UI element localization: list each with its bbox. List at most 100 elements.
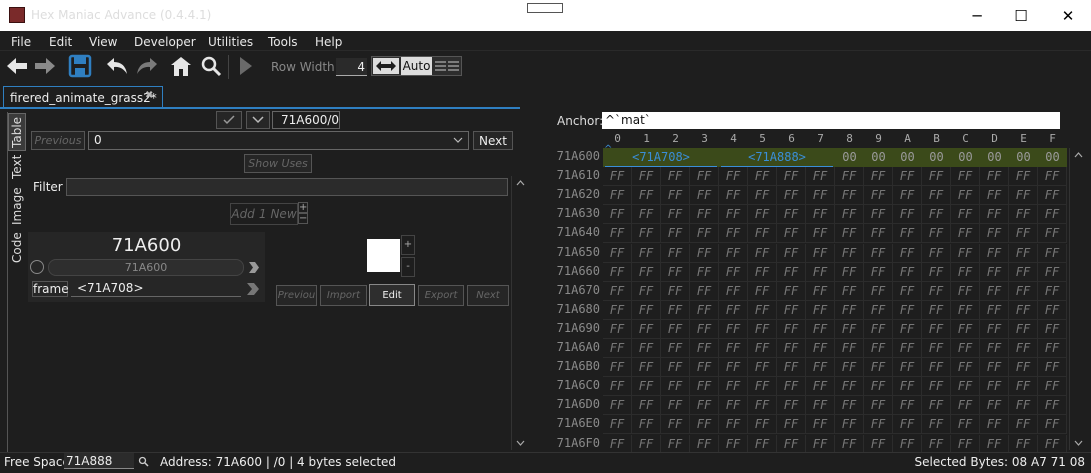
hex-cell[interactable]: FF: [893, 186, 922, 206]
hex-cell[interactable]: FF: [690, 358, 719, 378]
hex-cell[interactable]: FF: [1038, 377, 1067, 397]
hex-cell[interactable]: FF: [777, 396, 806, 416]
next-button[interactable]: Next: [473, 131, 513, 150]
hex-cell[interactable]: FF: [1038, 396, 1067, 416]
hex-cell[interactable]: FF: [661, 396, 690, 416]
hex-cell[interactable]: FF: [951, 243, 980, 263]
hex-cell[interactable]: FF: [806, 243, 835, 263]
hex-cell[interactable]: FF: [864, 377, 893, 397]
hex-cell[interactable]: FF: [1009, 262, 1038, 282]
hex-cell[interactable]: FF: [690, 415, 719, 435]
hex-cell[interactable]: FF: [835, 167, 864, 187]
hex-cell[interactable]: FF: [922, 415, 951, 435]
hex-cell[interactable]: FF: [922, 396, 951, 416]
search-icon[interactable]: [198, 53, 224, 79]
hex-cell[interactable]: FF: [690, 377, 719, 397]
hex-cell[interactable]: FF: [893, 167, 922, 187]
hex-cell[interactable]: FF: [951, 205, 980, 225]
hex-cell[interactable]: FF: [893, 319, 922, 339]
hex-cell[interactable]: FF: [690, 262, 719, 282]
hex-cell[interactable]: FF: [690, 396, 719, 416]
add-new-button[interactable]: Add 1 New: [230, 203, 298, 225]
hex-cell[interactable]: FF: [719, 377, 748, 397]
hex-cell[interactable]: 00: [951, 148, 980, 167]
menu-utilities[interactable]: Utilities: [208, 35, 253, 49]
hex-cell[interactable]: FF: [922, 377, 951, 397]
image-previous-button[interactable]: Previou: [276, 285, 317, 306]
hex-cell[interactable]: FF: [864, 415, 893, 435]
hex-cell[interactable]: FF: [777, 434, 806, 454]
hex-cell[interactable]: FF: [806, 262, 835, 282]
hex-cell[interactable]: FF: [748, 434, 777, 454]
hex-cell[interactable]: FF: [864, 186, 893, 206]
hex-cell[interactable]: FF: [806, 281, 835, 301]
hex-cell[interactable]: FF: [835, 243, 864, 263]
anchor-input[interactable]: ^`mat`: [602, 112, 1060, 129]
hex-cell[interactable]: FF: [980, 434, 1009, 454]
hex-cell[interactable]: FF: [980, 300, 1009, 320]
hex-cell[interactable]: FF: [719, 262, 748, 282]
hex-cell[interactable]: FF: [603, 281, 632, 301]
hex-cell[interactable]: FF: [661, 281, 690, 301]
hex-cell[interactable]: FF: [1038, 262, 1067, 282]
hex-cell[interactable]: FF: [777, 281, 806, 301]
hex-cell[interactable]: FF: [864, 358, 893, 378]
hex-cell[interactable]: FF: [690, 205, 719, 225]
hex-cell[interactable]: FF: [980, 186, 1009, 206]
hex-cell[interactable]: FF: [1038, 205, 1067, 225]
hex-cell[interactable]: FF: [661, 186, 690, 206]
hex-cell[interactable]: FF: [980, 243, 1009, 263]
hex-cell[interactable]: FF: [922, 339, 951, 358]
hex-cell[interactable]: FF: [951, 358, 980, 378]
menu-file[interactable]: File: [11, 35, 31, 49]
hex-cell[interactable]: FF: [661, 319, 690, 339]
hex-cell[interactable]: FF: [603, 186, 632, 206]
hex-cell[interactable]: FF: [922, 186, 951, 206]
hex-cell[interactable]: FF: [603, 415, 632, 435]
hex-cell[interactable]: FF: [951, 186, 980, 206]
hex-cell[interactable]: FF: [632, 434, 661, 454]
hex-cell[interactable]: FF: [748, 186, 777, 206]
hex-cell[interactable]: FF: [893, 415, 922, 435]
hex-cell[interactable]: FF: [835, 339, 864, 358]
hex-cell[interactable]: FF: [748, 281, 777, 301]
hex-cell[interactable]: FF: [632, 281, 661, 301]
hex-cell[interactable]: FF: [980, 358, 1009, 378]
hex-cell[interactable]: FF: [719, 281, 748, 301]
record-address-field[interactable]: 71A600: [48, 259, 244, 276]
hex-cell[interactable]: FF: [951, 281, 980, 301]
hex-cell[interactable]: FF: [806, 186, 835, 206]
hex-cell[interactable]: FF: [690, 186, 719, 206]
side-tab-table[interactable]: Table: [8, 113, 26, 151]
filter-input[interactable]: [66, 178, 508, 196]
hex-cell[interactable]: FF: [864, 262, 893, 282]
hex-cell[interactable]: FF: [719, 415, 748, 435]
hex-cell[interactable]: FF: [951, 262, 980, 282]
hex-cell[interactable]: FF: [980, 205, 1009, 225]
follow-pointer-icon[interactable]: [246, 282, 260, 296]
hex-cell[interactable]: FF: [806, 434, 835, 454]
hex-cell[interactable]: FF: [980, 262, 1009, 282]
hex-cell[interactable]: FF: [1009, 224, 1038, 244]
hex-cell[interactable]: FF: [1038, 243, 1067, 263]
hex-cell[interactable]: FF: [603, 300, 632, 320]
hex-cell[interactable]: FF: [603, 262, 632, 282]
hex-cell[interactable]: FF: [719, 358, 748, 378]
hex-cell[interactable]: FF: [864, 339, 893, 358]
hex-cell[interactable]: FF: [690, 434, 719, 454]
hex-cell[interactable]: FF: [922, 434, 951, 454]
hex-cell[interactable]: FF: [1038, 281, 1067, 301]
hex-cell[interactable]: FF: [806, 415, 835, 435]
menu-help[interactable]: Help: [315, 35, 342, 49]
hex-cell[interactable]: FF: [806, 358, 835, 378]
hex-cell[interactable]: FF: [777, 262, 806, 282]
hex-cell[interactable]: FF: [632, 243, 661, 263]
hex-cell[interactable]: FF: [864, 434, 893, 454]
hex-cell[interactable]: FF: [719, 396, 748, 416]
hex-cell[interactable]: FF: [980, 224, 1009, 244]
hex-cell[interactable]: FF: [835, 224, 864, 244]
hex-cell[interactable]: FF: [777, 415, 806, 435]
previous-button[interactable]: Previous: [31, 131, 85, 150]
hex-cell[interactable]: FF: [603, 319, 632, 339]
hex-cell[interactable]: FF: [1009, 243, 1038, 263]
